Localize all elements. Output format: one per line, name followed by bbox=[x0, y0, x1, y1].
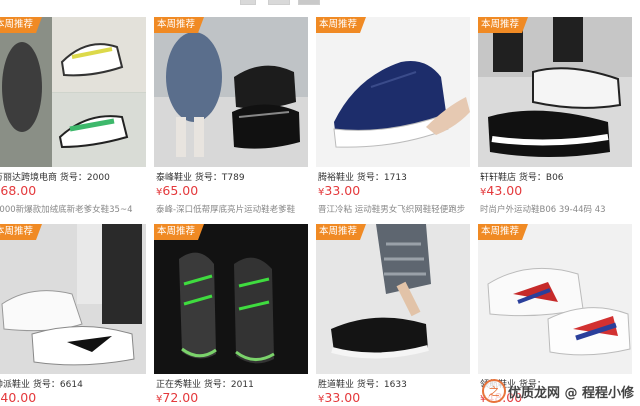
product-description[interactable]: 晋江冷粘 运动鞋男女飞织网鞋轻便跑步 bbox=[318, 203, 470, 215]
watermark-text: 优质龙网 @ 程程小修 bbox=[507, 385, 634, 401]
product-photo[interactable] bbox=[316, 17, 470, 167]
recommend-badge: 本周推荐 bbox=[154, 224, 205, 240]
store-line[interactable]: 泰峰鞋业 货号：T789 bbox=[156, 170, 308, 183]
recommend-badge: 本周推荐 bbox=[0, 17, 43, 33]
code-label: 货号： bbox=[356, 173, 384, 183]
price-value: 68.00 bbox=[0, 183, 37, 198]
store-name[interactable]: 轩轩鞋店 bbox=[480, 173, 516, 183]
code-label: 货号： bbox=[32, 380, 60, 390]
product-code: 1713 bbox=[383, 173, 407, 183]
product-code: 1633 bbox=[383, 380, 407, 390]
product-description[interactable]: 2000新爆款加绒底新老爹女鞋35~4 bbox=[0, 203, 146, 215]
recommend-badge: 本周推荐 bbox=[316, 17, 367, 33]
store-line[interactable]: 正在秀鞋业 货号：2011 bbox=[156, 377, 308, 390]
pagination-tab-active[interactable] bbox=[298, 0, 320, 5]
product-card[interactable]: 本周推荐 泰峰鞋业 货号：T789 ¥65.00 泰峰-深口低帮厚底亮片运动鞋老… bbox=[154, 17, 308, 217]
price-value: 65.00 bbox=[162, 183, 199, 198]
recommend-badge: 本周推荐 bbox=[154, 17, 205, 33]
watermark-logo-icon: 之 bbox=[481, 379, 506, 403]
product-code: 2000 bbox=[86, 173, 110, 183]
product-card[interactable]: 本周推荐 腾裕鞋业 货号：1713 ¥33.00 晋江冷粘 运动鞋男女飞织网鞋轻… bbox=[316, 17, 470, 217]
code-label: 货号： bbox=[356, 380, 384, 390]
price: ¥72.00 bbox=[156, 390, 198, 405]
price-value: 72.00 bbox=[162, 390, 199, 405]
store-name[interactable]: 泰峰鞋业 bbox=[156, 173, 192, 183]
product-photo[interactable] bbox=[154, 224, 308, 374]
store-line[interactable]: 万丽达跨境电商 货号：2000 bbox=[0, 170, 146, 183]
price: ¥65.00 bbox=[156, 183, 198, 198]
store-line[interactable]: 腾裕鞋业 货号：1713 bbox=[318, 170, 470, 183]
store-name[interactable]: 腾裕鞋业 bbox=[318, 173, 354, 183]
code-label: 货号： bbox=[194, 173, 222, 183]
store-line[interactable]: 胜道鞋业 货号：1633 bbox=[318, 377, 470, 390]
store-name[interactable]: 正在秀鞋业 bbox=[156, 380, 201, 390]
price-value: 33.00 bbox=[324, 183, 361, 198]
recommend-badge: 本周推荐 bbox=[478, 17, 529, 33]
product-code: 2011 bbox=[230, 380, 254, 390]
product-photo[interactable] bbox=[316, 224, 470, 374]
store-name[interactable]: 胜道鞋业 bbox=[318, 380, 354, 390]
product-description[interactable]: 时尚户外运动鞋B06 39-44码 43 bbox=[480, 203, 632, 215]
price-value: 33.00 bbox=[324, 390, 361, 405]
product-code: 6614 bbox=[59, 380, 83, 390]
product-photo[interactable] bbox=[0, 17, 146, 167]
price: ¥68.00 bbox=[0, 183, 36, 198]
product-photo[interactable] bbox=[0, 224, 146, 374]
product-photo[interactable] bbox=[478, 17, 632, 167]
recommend-badge: 本周推荐 bbox=[0, 224, 43, 240]
store-name[interactable]: 万丽达跨境电商 bbox=[0, 173, 57, 183]
recommend-badge: 本周推荐 bbox=[316, 224, 367, 240]
product-photo[interactable] bbox=[478, 224, 632, 374]
pagination-tab[interactable] bbox=[240, 0, 256, 5]
product-card[interactable]: 本周推荐 正在秀鞋业 货号：2011 ¥72.00 bbox=[154, 224, 308, 406]
store-line[interactable]: 帅派鞋业 货号：6614 bbox=[0, 377, 146, 390]
recommend-badge: 本周推荐 bbox=[478, 224, 529, 240]
product-card[interactable]: 本周推荐 轩轩鞋店 货号：B06 ¥43.00 时尚户外运动鞋B06 39-44… bbox=[478, 17, 632, 217]
product-description[interactable]: 泰峰-深口低帮厚底亮片运动鞋老爹鞋 bbox=[156, 203, 308, 215]
store-name[interactable]: 帅派鞋业 bbox=[0, 380, 30, 390]
product-card[interactable]: 本周推荐 胜道鞋业 货号：1633 ¥33.00 bbox=[316, 224, 470, 406]
product-code: T789 bbox=[221, 173, 245, 183]
price-value: 40.00 bbox=[0, 390, 37, 405]
price-value: 43.00 bbox=[486, 183, 523, 198]
code-label: 货号： bbox=[59, 173, 87, 183]
pagination-strip bbox=[0, 0, 640, 6]
product-card[interactable]: 本周推荐 帅派鞋业 货号：6614 ¥40.00 bbox=[0, 224, 146, 406]
price: ¥33.00 bbox=[318, 390, 360, 405]
pagination-tab[interactable] bbox=[268, 0, 290, 5]
watermark: 之 优质龙网 @ 程程小修 bbox=[481, 378, 634, 404]
product-code: B06 bbox=[545, 173, 564, 183]
store-line[interactable]: 轩轩鞋店 货号：B06 bbox=[480, 170, 632, 183]
price: ¥40.00 bbox=[0, 390, 36, 405]
code-label: 货号： bbox=[518, 173, 546, 183]
price: ¥33.00 bbox=[318, 183, 360, 198]
product-photo[interactable] bbox=[154, 17, 308, 167]
code-label: 货号： bbox=[203, 380, 231, 390]
product-card[interactable]: 本周推荐 万丽达跨境电商 货号：2000 ¥68.00 2000新爆款加绒底新老… bbox=[0, 17, 146, 217]
price: ¥43.00 bbox=[480, 183, 522, 198]
